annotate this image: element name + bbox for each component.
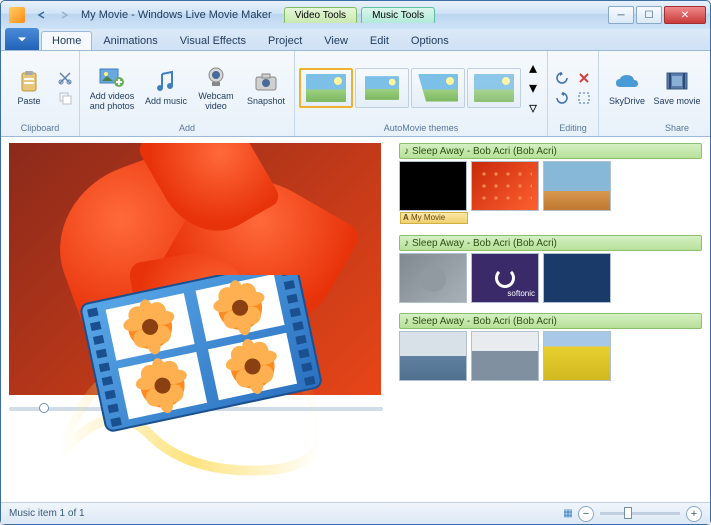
music-track-header[interactable]: ♪ Sleep Away - Bob Acri (Bob Acri) (399, 143, 702, 159)
storyboard-pane: ♪ Sleep Away - Bob Acri (Bob Acri) A My … (391, 137, 710, 502)
sign-in-button[interactable]: Sign in (703, 56, 711, 120)
app-icon (9, 7, 25, 23)
contextual-tabs: Video Tools Music Tools (284, 7, 435, 23)
view-thumbnails-button[interactable]: ▦ (558, 505, 578, 523)
add-videos-button[interactable]: Add videos and photos (84, 56, 140, 120)
theme-thumb-1[interactable] (299, 68, 353, 108)
clip-softonic[interactable]: softonic (471, 253, 539, 303)
music-tools-tab[interactable]: Music Tools (361, 7, 435, 23)
main-area: ♪ Sleep Away - Bob Acri (Bob Acri) A My … (1, 137, 710, 502)
quick-access-toolbar (5, 6, 73, 24)
zoom-control: − + (578, 506, 702, 522)
clip-desert[interactable] (543, 161, 611, 211)
skydrive-button[interactable]: SkyDrive (603, 56, 651, 120)
track-1: ♪ Sleep Away - Bob Acri (Bob Acri) A My … (399, 143, 702, 211)
tab-options[interactable]: Options (400, 31, 460, 50)
paste-icon (16, 69, 42, 95)
music-track-header-2[interactable]: ♪ Sleep Away - Bob Acri (Bob Acri) (399, 235, 702, 251)
preview-pane (1, 137, 391, 502)
gallery-scroll: ▴ ▾ ▿ (523, 59, 543, 117)
skydrive-icon (614, 69, 640, 95)
cut-button[interactable] (55, 69, 75, 87)
music-note-icon: ♪ (404, 238, 409, 249)
group-automovie: ▴ ▾ ▿ AutoMovie themes (295, 51, 548, 136)
zoom-out-button[interactable]: − (578, 506, 594, 522)
ribbon-tabs: Home Animations Visual Effects Project V… (1, 29, 710, 51)
track-3: ♪ Sleep Away - Bob Acri (Bob Acri) (399, 313, 702, 381)
copy-button[interactable] (55, 89, 75, 107)
select-all-button[interactable] (574, 89, 594, 107)
save-icon (664, 69, 690, 95)
tab-project[interactable]: Project (257, 31, 313, 50)
gallery-up-button[interactable]: ▴ (523, 59, 543, 77)
paste-button[interactable]: Paste (5, 56, 53, 120)
zoom-slider[interactable] (600, 512, 680, 515)
snapshot-button[interactable]: Snapshot (242, 56, 290, 120)
clip-office[interactable] (399, 331, 467, 381)
preview-monitor[interactable] (9, 143, 381, 395)
tab-visual-effects[interactable]: Visual Effects (169, 31, 257, 50)
video-tools-tab[interactable]: Video Tools (284, 7, 357, 23)
track-2: ♪ Sleep Away - Bob Acri (Bob Acri) softo… (399, 235, 702, 303)
tab-animations[interactable]: Animations (92, 31, 168, 50)
group-clipboard: Paste Clipboard (1, 51, 80, 136)
undo-button[interactable] (33, 6, 51, 24)
minimize-button[interactable]: ─ (608, 6, 634, 24)
group-editing: Editing (548, 51, 599, 136)
snapshot-icon (253, 69, 279, 95)
webcam-icon (203, 64, 229, 90)
titlebar: My Movie - Windows Live Movie Maker Vide… (1, 1, 710, 29)
seek-slider[interactable] (9, 407, 383, 411)
ribbon: Paste Clipboard Add videos and photos Ad… (1, 51, 710, 137)
clip-koala[interactable] (399, 253, 467, 303)
add-videos-icon (99, 64, 125, 90)
app-window: My Movie - Windows Live Movie Maker Vide… (0, 0, 711, 525)
clip-tulips[interactable] (543, 331, 611, 381)
statusbar: Music item 1 of 1 ▦ − + (1, 502, 710, 524)
webcam-button[interactable]: Webcam video (192, 56, 240, 120)
window-title: My Movie - Windows Live Movie Maker (81, 9, 272, 21)
tab-edit[interactable]: Edit (359, 31, 400, 50)
group-add: Add videos and photos Add music Webcam v… (80, 51, 295, 136)
clip-title[interactable]: A My Movie (399, 161, 467, 211)
close-button[interactable]: ✕ (664, 6, 706, 24)
group-share: SkyDrive Save movie Sign in Share (599, 51, 711, 136)
delete-button[interactable] (574, 69, 594, 87)
window-controls: ─ ☐ ✕ (608, 6, 706, 24)
save-movie-button[interactable]: Save movie (653, 56, 701, 120)
gallery-expand-button[interactable]: ▿ (523, 99, 543, 117)
rotate-left-button[interactable] (552, 69, 572, 87)
clip-text-wall[interactable] (543, 253, 611, 303)
music-note-icon: ♪ (404, 316, 409, 327)
preview-controls (9, 395, 383, 423)
tab-view[interactable]: View (313, 31, 359, 50)
music-icon (153, 69, 179, 95)
theme-gallery: ▴ ▾ ▿ (299, 59, 543, 117)
file-menu-button[interactable] (5, 28, 39, 50)
rotate-right-button[interactable] (552, 89, 572, 107)
gallery-down-button[interactable]: ▾ (523, 79, 543, 97)
add-music-button[interactable]: Add music (142, 56, 190, 120)
theme-thumb-2[interactable] (355, 68, 409, 108)
music-note-icon: ♪ (404, 146, 409, 157)
redo-button[interactable] (55, 6, 73, 24)
tab-home[interactable]: Home (41, 31, 92, 50)
clip-flower[interactable] (471, 161, 539, 211)
title-overlay[interactable]: A My Movie (400, 212, 468, 224)
maximize-button[interactable]: ☐ (636, 6, 662, 24)
zoom-in-button[interactable]: + (686, 506, 702, 522)
theme-thumb-4[interactable] (467, 68, 521, 108)
music-track-header-3[interactable]: ♪ Sleep Away - Bob Acri (Bob Acri) (399, 313, 702, 329)
theme-thumb-3[interactable] (411, 68, 465, 108)
clip-meeting[interactable] (471, 331, 539, 381)
status-text: Music item 1 of 1 (9, 508, 85, 519)
